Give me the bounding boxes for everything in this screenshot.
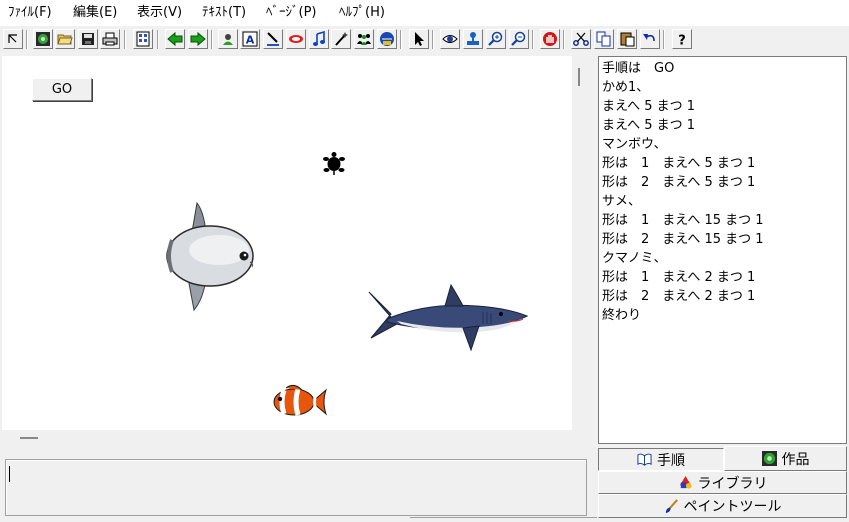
script-line[interactable]: まえへ 5 まつ 1 (602, 97, 846, 116)
zoom-in-icon[interactable] (486, 29, 506, 49)
toolbar-separator (400, 30, 402, 49)
stamp-icon[interactable] (463, 29, 483, 49)
tab-works[interactable]: 作品 (724, 446, 847, 471)
stage-canvas[interactable]: GO (2, 56, 572, 430)
eraser-icon[interactable] (286, 29, 306, 49)
page-list-icon[interactable] (133, 29, 153, 49)
script-line[interactable]: 終わり (602, 306, 846, 325)
script-line[interactable]: 形は 2 まえへ 15 まつ 1 (602, 230, 846, 249)
new-work-icon[interactable] (33, 29, 53, 49)
help-question-icon[interactable]: ? (672, 29, 692, 49)
tab-procedure-label: 手順 (657, 452, 685, 469)
undo-icon[interactable] (640, 29, 660, 49)
scrollbar-thumb[interactable] (578, 68, 580, 86)
script-line[interactable]: 形は 1 まえへ 15 まつ 1 (602, 211, 846, 230)
cut-scissors-icon[interactable] (571, 29, 591, 49)
paste-icon[interactable] (617, 29, 637, 49)
turtle-sprite[interactable] (322, 150, 346, 176)
copy-icon[interactable] (594, 29, 614, 49)
paintbrush-icon (665, 498, 678, 513)
add-character-icon[interactable] (218, 29, 238, 49)
script-line[interactable]: 形は 2 まえへ 5 まつ 1 (602, 173, 846, 192)
toolbar-separator (663, 30, 665, 49)
menu-page[interactable]: ﾍﾞｰｼﾞ(P) (266, 5, 316, 21)
toolbar-separator (157, 30, 159, 49)
works-globe-icon (761, 451, 777, 466)
prev-page-arrow-icon[interactable] (165, 29, 185, 49)
menu-help[interactable]: ﾍﾙﾌﾟ(H) (339, 5, 385, 21)
group-people-icon[interactable] (354, 29, 374, 49)
tab-paint-tool[interactable]: ペイントツール (598, 494, 847, 518)
open-folder-icon[interactable] (55, 29, 75, 49)
script-line[interactable]: クマノミ、 (602, 249, 846, 268)
text-caret (9, 466, 10, 482)
script-line[interactable]: サメ、 (602, 192, 846, 211)
script-line[interactable]: まえへ 5 まつ 1 (602, 116, 846, 135)
script-line[interactable]: 手順は GO (602, 59, 846, 78)
draw-pen-icon[interactable] (263, 29, 283, 49)
toolbar-separator (432, 30, 434, 49)
restore-window-icon[interactable] (3, 29, 23, 49)
toolbar-separator (211, 30, 213, 49)
script-line[interactable]: 形は 1 まえへ 2 まつ 1 (602, 268, 846, 287)
pointer-select-icon[interactable] (409, 29, 429, 49)
sunfish-sprite[interactable] (164, 200, 260, 312)
script-line[interactable]: かめ1、 (602, 78, 846, 97)
shark-sprite[interactable] (367, 284, 529, 354)
svg-text:A: A (246, 34, 255, 47)
tab-library-label: ライブラリ (697, 475, 768, 492)
open-book-icon (637, 453, 652, 466)
scrollbar-thumb[interactable] (20, 437, 38, 439)
toolbar-separator (532, 30, 534, 49)
tab-paint-tool-label: ペイントツール (683, 499, 782, 515)
menu-text[interactable]: ﾃｷｽﾄ(T) (202, 5, 246, 21)
menu-view[interactable]: 表示(V) (137, 5, 182, 21)
svg-text:?: ? (678, 34, 686, 48)
script-line[interactable]: マンボウ、 (602, 135, 846, 154)
music-note-icon[interactable] (309, 29, 329, 49)
clownfish-sprite[interactable] (272, 384, 328, 420)
shapes-icon (679, 475, 692, 489)
script-editor[interactable]: 手順は GO かめ1、 まえへ 5 まつ 1 まえへ 5 まつ 1 マンボウ、 … (598, 56, 847, 444)
script-line[interactable]: 形は 2 まえへ 2 まつ 1 (602, 287, 846, 306)
tab-works-label: 作品 (781, 451, 810, 468)
print-icon[interactable] (100, 29, 120, 49)
globe-camera-icon[interactable] (377, 29, 397, 49)
status-strip (410, 517, 597, 522)
stage-horizontal-scrollbar[interactable] (2, 431, 587, 447)
toolbar-separator (563, 30, 565, 49)
save-icon[interactable] (78, 29, 98, 49)
stop-hand-icon[interactable] (540, 29, 560, 49)
message-input-box[interactable] (5, 459, 587, 516)
text-box-icon[interactable]: A (240, 29, 260, 49)
tab-library[interactable]: ライブラリ (598, 471, 847, 494)
zoom-out-icon[interactable] (509, 29, 529, 49)
magic-wand-icon[interactable] (331, 29, 351, 49)
view-eye-icon[interactable] (440, 29, 460, 49)
toolbar-separator (26, 30, 28, 49)
tab-procedure[interactable]: 手順 (598, 448, 724, 471)
menu-bar: ﾌｧｲﾙ(F) 編集(E) 表示(V) ﾃｷｽﾄ(T) ﾍﾞｰｼﾞ(P) ﾍﾙﾌ… (0, 0, 849, 26)
toolbar-separator (124, 30, 126, 49)
go-button[interactable]: GO (32, 78, 92, 101)
toolbar: A ? (0, 27, 849, 54)
stage-vertical-scrollbar[interactable] (574, 58, 586, 430)
script-line[interactable]: 形は 1 まえへ 5 まつ 1 (602, 154, 846, 173)
next-page-arrow-icon[interactable] (188, 29, 208, 49)
menu-edit[interactable]: 編集(E) (73, 5, 117, 21)
menu-file[interactable]: ﾌｧｲﾙ(F) (8, 5, 52, 21)
